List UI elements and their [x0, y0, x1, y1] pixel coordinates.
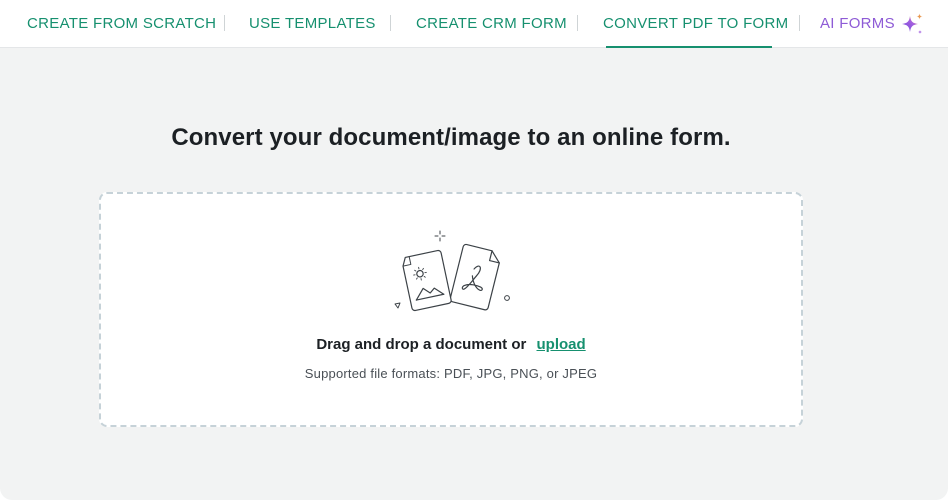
- tab-create-from-scratch[interactable]: CREATE FROM SCRATCH: [27, 0, 216, 47]
- sparkle-icon[interactable]: [899, 12, 925, 38]
- tab-divider: [799, 15, 800, 31]
- page-heading: Convert your document/image to an online…: [171, 124, 731, 151]
- file-dropzone[interactable]: Drag and drop a document or upload Suppo…: [99, 192, 803, 427]
- tab-divider: [390, 15, 391, 31]
- dropzone-prompt: Drag and drop a document or upload: [101, 336, 801, 353]
- tab-convert-pdf-to-form[interactable]: CONVERT PDF TO FORM: [603, 0, 788, 47]
- tab-bar: CREATE FROM SCRATCH USE TEMPLATES CREATE…: [0, 0, 948, 48]
- supported-formats-text: Supported file formats: PDF, JPG, PNG, o…: [304, 366, 598, 381]
- dropzone-prompt-text: Drag and drop a document or: [316, 336, 527, 353]
- tab-divider: [224, 15, 225, 31]
- tab-create-crm-form[interactable]: CREATE CRM FORM: [416, 0, 567, 47]
- document-image-pdf-icon: [394, 230, 510, 312]
- tab-ai-forms[interactable]: AI FORMS: [820, 0, 895, 47]
- active-tab-indicator: [606, 46, 772, 48]
- upload-link[interactable]: upload: [537, 336, 586, 353]
- app-frame: CREATE FROM SCRATCH USE TEMPLATES CREATE…: [0, 0, 948, 500]
- tab-use-templates[interactable]: USE TEMPLATES: [249, 0, 376, 47]
- tab-divider: [577, 15, 578, 31]
